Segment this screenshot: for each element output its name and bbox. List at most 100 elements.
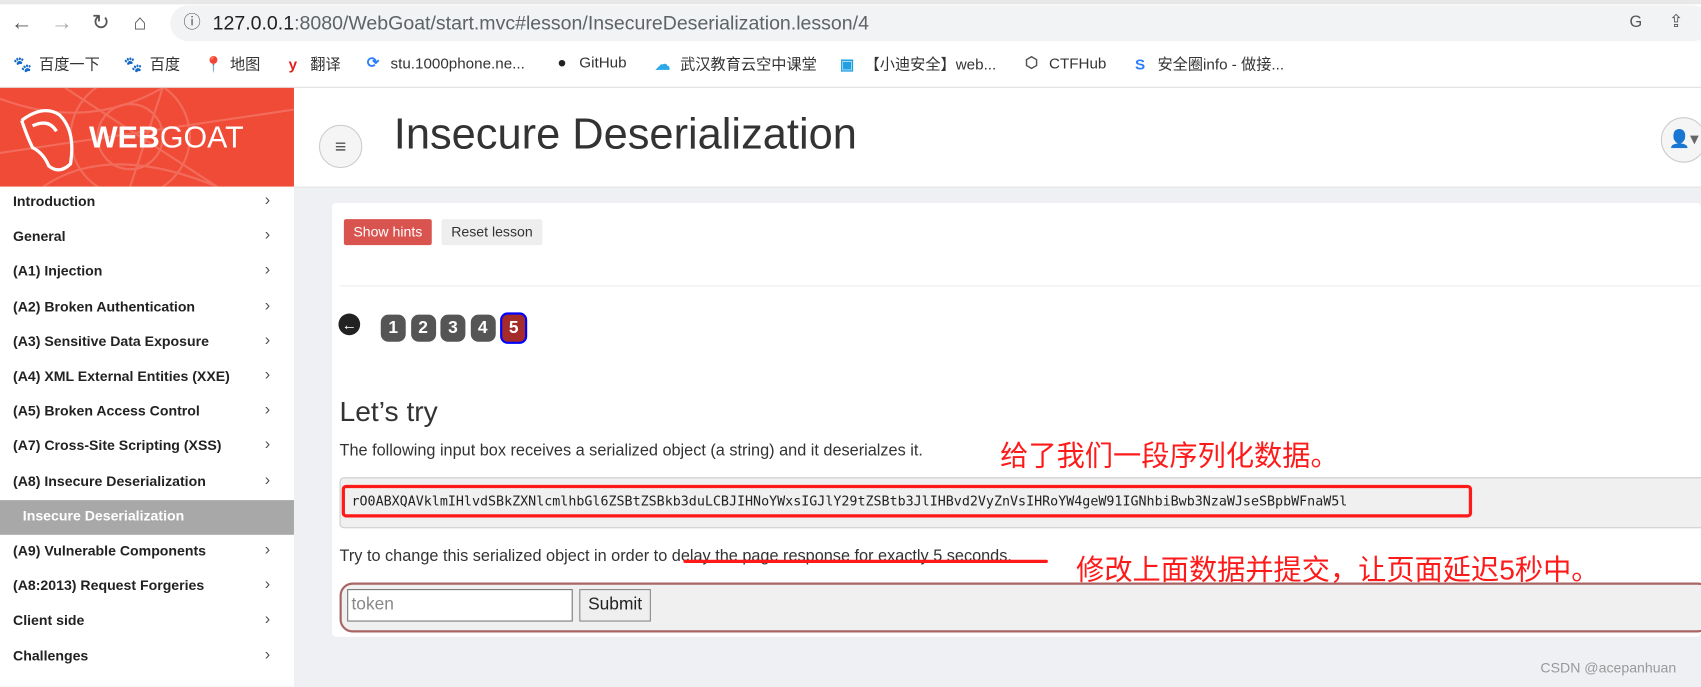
back-icon[interactable]: ←: [9, 10, 35, 36]
chevron-right-icon: ›: [264, 365, 271, 385]
sidebar-item[interactable]: (A1) Injection ›: [0, 255, 294, 290]
sidebar-item-label: (A7) Cross-Site Scripting (XSS): [13, 437, 222, 454]
sidebar-item-label: (A4) XML External Entities (XXE): [13, 367, 230, 385]
bookmark-label: 翻译: [310, 55, 341, 73]
sidebar-item-label: Client side: [13, 612, 85, 629]
section-heading: Let’s try: [339, 394, 438, 428]
forward-icon[interactable]: →: [49, 10, 75, 36]
sidebar-item[interactable]: (A7) Cross-Site Scripting (XSS) ›: [0, 430, 294, 465]
baidu-icon: 🐾: [123, 54, 143, 73]
chevron-right-icon: ›: [264, 225, 271, 245]
page-button[interactable]: 3: [440, 314, 466, 342]
github-icon: ●: [557, 53, 567, 71]
url-text[interactable]: 127.0.0.1:8080/WebGoat/start.mvc#lesson/…: [213, 12, 869, 35]
chevron-right-icon: ›: [264, 260, 271, 280]
annotation-underline: [683, 559, 1048, 564]
bookmark-item[interactable]: 🐾 百度一下: [13, 53, 100, 75]
tab-strip: [0, 0, 1701, 5]
submit-button[interactable]: Submit: [579, 589, 651, 622]
annotation-first: 给了我们一段序列化数据。: [1000, 439, 1339, 472]
home-icon[interactable]: ⌂: [127, 10, 153, 36]
chevron-right-icon: ›: [264, 295, 271, 315]
sidebar-item-label: (A8:2013) Request Forgeries: [13, 577, 205, 594]
chevron-right-icon: ›: [264, 190, 271, 210]
url-path: :8080/WebGoat/start.mvc#lesson/InsecureD…: [294, 11, 869, 34]
page-button[interactable]: 1: [380, 314, 406, 342]
translate-icon[interactable]: G: [1623, 10, 1649, 36]
bookmark-label: 【小迪安全】web...: [864, 55, 997, 73]
reload-icon[interactable]: ↻: [88, 10, 114, 36]
chevron-right-icon: ›: [264, 435, 271, 454]
sidebar-item[interactable]: Introduction ›: [0, 186, 294, 221]
bookmark-item[interactable]: 🐾 百度: [124, 53, 180, 75]
menu-toggle-button[interactable]: ≡: [318, 124, 363, 169]
page-title: Insecure Deserialization: [393, 110, 857, 159]
bookmark-item[interactable]: ▣ 【小迪安全】web...: [839, 53, 997, 75]
chevron-right-icon: ›: [264, 330, 271, 350]
sidebar-item[interactable]: (A4) XML External Entities (XXE) ›: [0, 360, 294, 395]
info-icon[interactable]: ⓘ: [179, 11, 205, 37]
share-icon[interactable]: ⇪: [1663, 10, 1689, 36]
url-host: 127.0.0.1: [212, 11, 295, 34]
sidebar-item-label: General: [13, 228, 66, 245]
sidebar-item[interactable]: (A9) Vulnerable Components ›: [0, 535, 294, 570]
youdao-icon: y: [288, 55, 298, 73]
sidebar-item[interactable]: (A8:2013) Request Forgeries ›: [0, 570, 294, 605]
sidebar-item[interactable]: Insecure Deserialization: [0, 499, 294, 535]
bookmark-item[interactable]: ☁ 武汉教育云空中课堂: [654, 53, 817, 75]
intro-text: The following input box receives a seria…: [339, 441, 923, 460]
sidebar-item[interactable]: (A2) Broken Authentication ›: [0, 290, 294, 325]
sidebar-item-label: (A5) Broken Access Control: [13, 402, 200, 419]
reset-lesson-button[interactable]: Reset lesson: [441, 219, 543, 246]
bookmark-label: GitHub: [579, 53, 627, 71]
bookmark-item[interactable]: ⬡ CTFHub: [1023, 53, 1106, 71]
bookmark-label: 百度: [149, 55, 181, 73]
chevron-right-icon: ›: [264, 470, 271, 489]
chevron-right-icon: ›: [264, 575, 271, 594]
watermark: CSDN @acepanhuan: [1540, 659, 1677, 676]
bookmark-item[interactable]: 📍 地图: [204, 53, 260, 75]
bookmark-label: 地图: [229, 55, 261, 73]
page-button[interactable]: 4: [470, 314, 496, 342]
s-icon: S: [1135, 55, 1146, 73]
sidebar-item-label: (A8) Insecure Deserialization: [13, 472, 206, 489]
sidebar-item[interactable]: General ›: [0, 220, 294, 255]
token-input[interactable]: [347, 589, 573, 622]
sidebar-item-label: (A9) Vulnerable Components: [13, 542, 207, 559]
chevron-right-icon: ›: [264, 540, 271, 559]
ctfhub-icon: ⬡: [1025, 53, 1039, 71]
bookmark-label: 百度一下: [39, 55, 100, 73]
chevron-right-icon: ›: [264, 645, 271, 664]
chevron-right-icon: ›: [264, 400, 271, 419]
sidebar-item-label: Challenges: [13, 647, 89, 664]
sidebar-item[interactable]: (A5) Broken Access Control ›: [0, 395, 294, 430]
sidebar-item[interactable]: Client side ›: [0, 605, 294, 640]
bookmark-item[interactable]: ● GitHub: [553, 53, 626, 70]
webgoat-logo[interactable]: WEBGOAT: [0, 87, 294, 187]
baidu-icon: 🐾: [13, 54, 32, 73]
qf-icon: ⟳: [366, 53, 380, 71]
bookmark-item[interactable]: y 翻译: [284, 53, 341, 75]
sidebar-item-label: (A2) Broken Authentication: [13, 297, 196, 315]
page-button[interactable]: 5: [500, 312, 528, 344]
bilibili-icon: ▣: [840, 54, 855, 73]
sidebar-item[interactable]: (A3) Sensitive Data Exposure ›: [0, 325, 294, 360]
user-menu-button[interactable]: 👤▾: [1660, 117, 1701, 163]
divider: [339, 285, 1701, 287]
sidebar-item[interactable]: Challenges ›: [0, 640, 294, 675]
bookmark-item[interactable]: ⟳ stu.1000phone.ne...: [364, 53, 525, 71]
sidebar-item-label: (A3) Sensitive Data Exposure: [13, 332, 209, 350]
bookmark-label: 武汉教育云空中课堂: [680, 55, 817, 73]
bookmark-label: 安全圈info - 做接...: [1157, 55, 1285, 73]
sidebar-item[interactable]: (A8) Insecure Deserialization ›: [0, 465, 294, 500]
hamburger-icon: ≡: [334, 135, 347, 158]
bookmark-label: CTFHub: [1049, 53, 1107, 72]
show-hints-button[interactable]: Show hints: [343, 219, 432, 246]
previous-page-icon[interactable]: ←: [338, 313, 361, 336]
chevron-right-icon: ›: [264, 610, 271, 629]
page-button[interactable]: 2: [410, 314, 436, 342]
maps-icon: 📍: [203, 54, 223, 73]
bookmark-item[interactable]: S 安全圈info - 做接...: [1131, 53, 1284, 75]
user-icon: 👤▾: [1668, 130, 1699, 149]
cloud-icon: ☁: [655, 54, 671, 73]
